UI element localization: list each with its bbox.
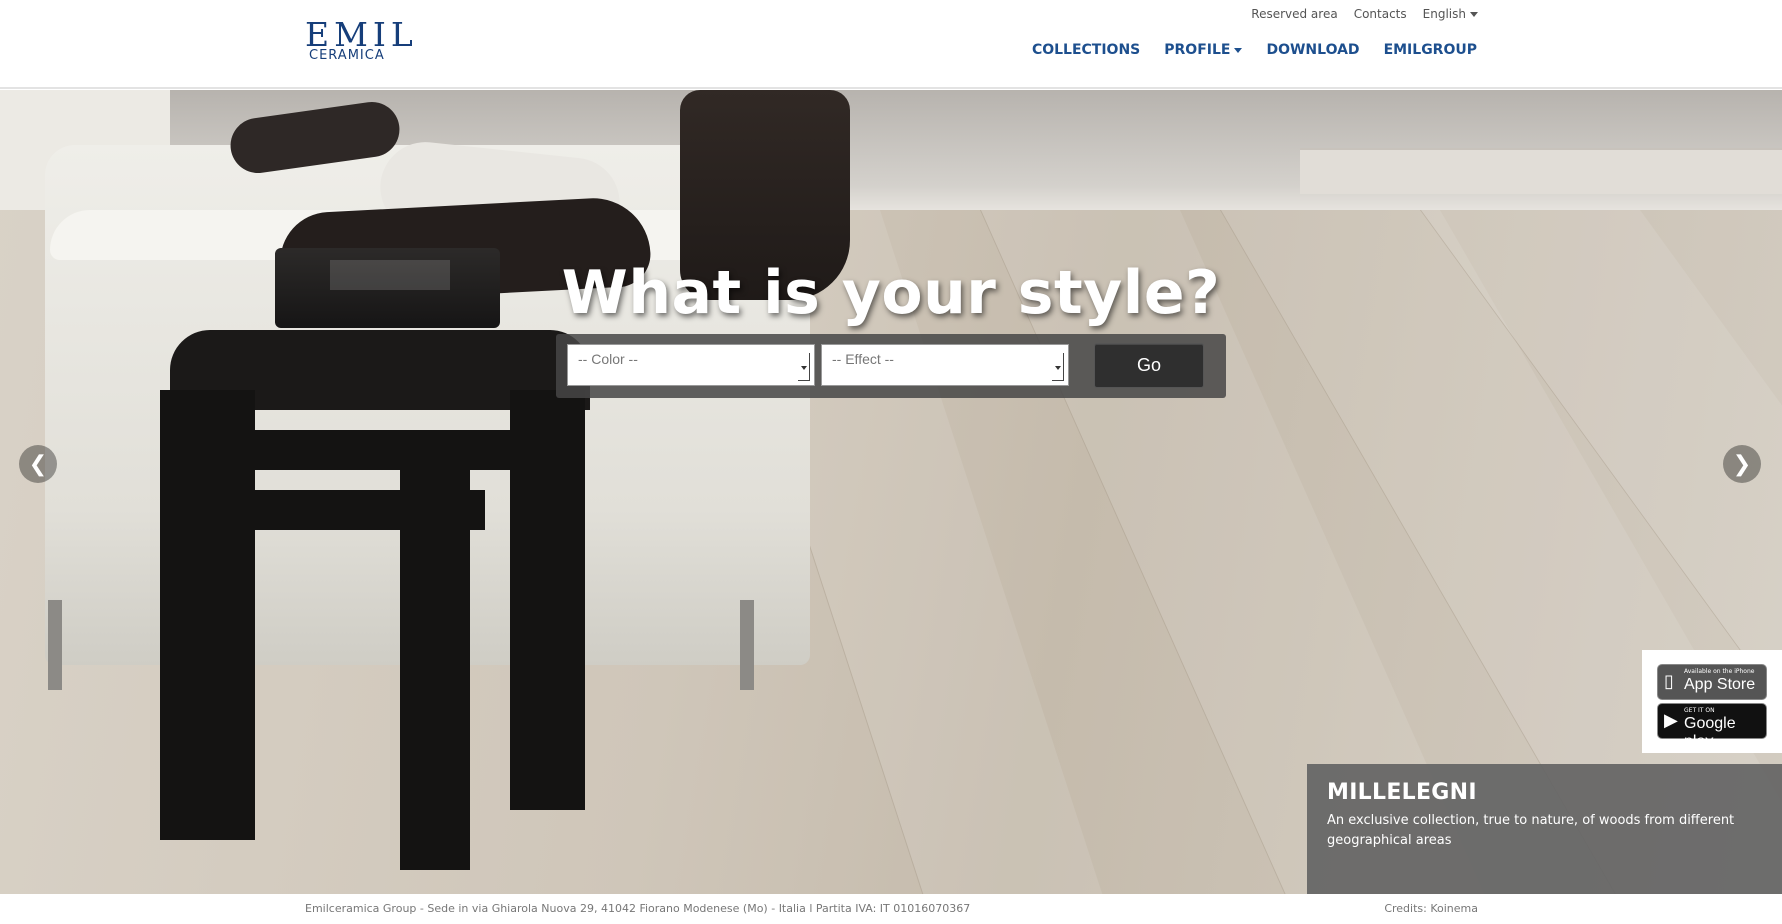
- site-header: EMIL CERAMICA Reserved area Contacts Eng…: [0, 0, 1782, 89]
- main-nav: COLLECTIONS PROFILE DOWNLOAD EMILGROUP: [1032, 42, 1477, 58]
- carousel-prev-button[interactable]: ❮: [19, 445, 57, 483]
- logo-main-text: EMIL: [305, 15, 418, 54]
- nav-profile[interactable]: PROFILE: [1164, 42, 1243, 58]
- site-footer: Emilceramica Group - Sede in via Ghiarol…: [0, 894, 1782, 924]
- dropdown-arrow-icon: [1052, 353, 1064, 381]
- app-store-small-text: Available on the iPhone: [1684, 668, 1755, 675]
- style-search-box: -- Color -- -- Effect -- Go: [556, 334, 1226, 398]
- table-shelf: [210, 430, 510, 470]
- chevron-down-icon: [1234, 47, 1243, 53]
- app-badges: ▯ Available on the iPhone App Store ▶ GE…: [1642, 650, 1782, 753]
- color-select[interactable]: -- Color --: [567, 344, 815, 386]
- contacts-link[interactable]: Contacts: [1354, 7, 1407, 21]
- emil-ceramica-logo[interactable]: EMIL CERAMICA: [305, 18, 415, 66]
- utility-nav: Reserved area Contacts English: [1251, 7, 1478, 21]
- reserved-area-link[interactable]: Reserved area: [1251, 7, 1337, 21]
- iphone-icon: ▯: [1664, 671, 1674, 692]
- sofa-leg: [740, 600, 754, 690]
- language-label: English: [1422, 7, 1466, 21]
- caption-title: MILLELEGNI: [1327, 780, 1477, 805]
- google-play-badge[interactable]: ▶ GET IT ON Google play: [1657, 703, 1767, 750]
- carousel-next-button[interactable]: ❯: [1723, 445, 1761, 483]
- nav-profile-label: PROFILE: [1164, 42, 1231, 58]
- slide-caption[interactable]: MILLELEGNI An exclusive collection, true…: [1307, 764, 1782, 894]
- color-select-value: -- Color --: [578, 351, 638, 367]
- go-button[interactable]: Go: [1094, 343, 1204, 388]
- dropdown-arrow-icon: [798, 353, 810, 381]
- baseboard: [1300, 148, 1782, 194]
- credits-link[interactable]: Credits: Koinema: [1384, 902, 1478, 915]
- app-store-label: App Store: [1684, 676, 1756, 693]
- nav-collections[interactable]: COLLECTIONS: [1032, 42, 1140, 58]
- nav-download[interactable]: DOWNLOAD: [1266, 42, 1359, 58]
- nav-emilgroup[interactable]: EMILGROUP: [1384, 42, 1477, 58]
- effect-select[interactable]: -- Effect --: [821, 344, 1069, 386]
- company-info: Emilceramica Group - Sede in via Ghiarol…: [305, 902, 971, 915]
- chevron-down-icon: [1470, 12, 1478, 17]
- google-play-label: Google play: [1684, 715, 1736, 750]
- hero-carousel: What is your style? -- Color -- -- Effec…: [0, 90, 1782, 894]
- sofa-leg: [48, 600, 62, 690]
- hero-headline: What is your style?: [561, 258, 1221, 328]
- google-play-small-text: GET IT ON: [1684, 707, 1715, 714]
- play-icon: ▶: [1664, 710, 1678, 731]
- table-leg: [510, 390, 585, 810]
- language-selector[interactable]: English: [1423, 7, 1478, 21]
- chevron-right-icon: ❯: [1732, 451, 1752, 477]
- caption-text: An exclusive collection, true to nature,…: [1327, 813, 1735, 848]
- app-store-badge[interactable]: ▯ Available on the iPhone App Store: [1657, 664, 1767, 700]
- effect-select-value: -- Effect --: [832, 351, 894, 367]
- table-shelf: [185, 490, 485, 530]
- chevron-left-icon: ❮: [28, 451, 48, 477]
